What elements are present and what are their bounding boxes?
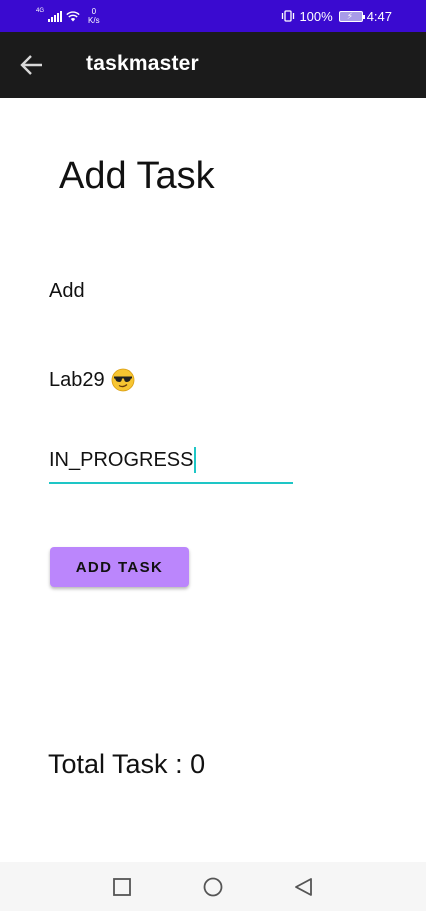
arrow-back-icon[interactable] bbox=[18, 52, 46, 78]
task-body-field[interactable]: Lab29 bbox=[49, 368, 135, 392]
clock: 4:47 bbox=[366, 8, 392, 24]
text-cursor bbox=[194, 447, 197, 473]
battery-icon: ⚡ bbox=[338, 10, 365, 22]
triangle-back-icon[interactable] bbox=[293, 876, 315, 898]
battery-percent: 100% bbox=[299, 8, 333, 24]
network-speed: 0 K/s bbox=[88, 7, 100, 25]
speed-unit: K/s bbox=[88, 16, 100, 25]
vibrate-icon bbox=[282, 10, 295, 22]
task-state-value: IN_PROGRESS bbox=[49, 449, 194, 471]
task-state-input[interactable]: IN_PROGRESS bbox=[49, 447, 197, 473]
status-left-cluster: 4G 0 K/s bbox=[36, 7, 100, 25]
task-state-underline bbox=[49, 482, 293, 484]
status-right-cluster: 100% ⚡ 4:47 bbox=[281, 7, 392, 25]
square-icon[interactable] bbox=[111, 876, 133, 898]
speed-value: 0 bbox=[91, 7, 97, 16]
app-title: taskmaster bbox=[86, 52, 199, 75]
total-task-count: Total Task : 0 bbox=[48, 749, 206, 779]
network-type: 4G bbox=[36, 8, 45, 14]
system-nav-bar bbox=[0, 862, 426, 911]
task-body-text: Lab29 bbox=[49, 369, 105, 391]
circle-icon[interactable] bbox=[202, 876, 224, 898]
status-bar: 4G 0 K/s 100% ⚡ 4:47 bbox=[0, 0, 426, 32]
sunglasses-emoji-icon bbox=[111, 368, 135, 392]
task-title-field[interactable]: Add bbox=[49, 279, 85, 303]
wifi-icon bbox=[66, 10, 80, 21]
app-bar: taskmaster bbox=[0, 32, 426, 98]
add-task-button[interactable]: ADD TASK bbox=[50, 547, 189, 587]
signal-icon bbox=[48, 10, 63, 22]
page-title: Add Task bbox=[59, 155, 215, 197]
